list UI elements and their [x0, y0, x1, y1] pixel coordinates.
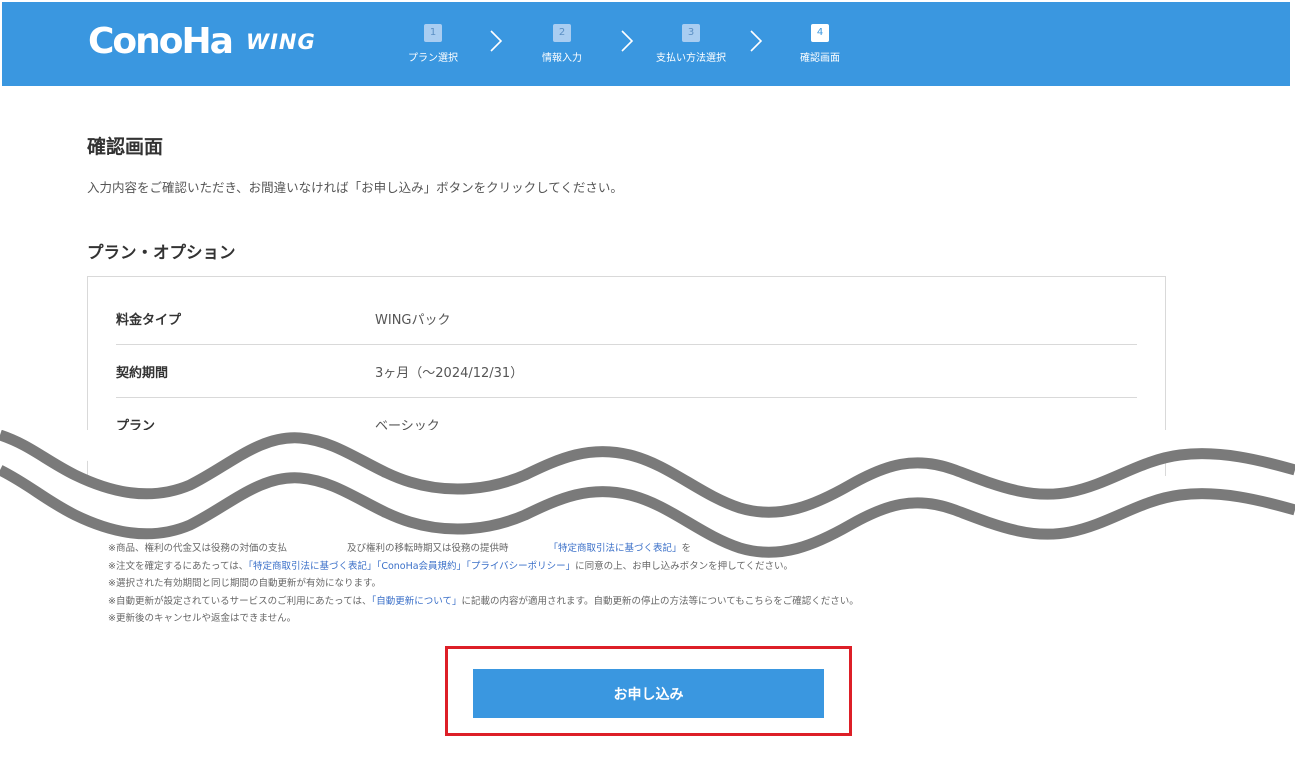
step-confirmation: 4 確認画面: [765, 20, 875, 64]
note-line: ※自動更新が設定されているサービスのご利用にあたっては、「自動更新について」に記…: [108, 593, 859, 611]
step-number: 4: [811, 24, 829, 42]
plan-row-label: 料金タイプ: [116, 313, 182, 328]
note-line: ※更新後のキャンセルや返金はできません。: [108, 613, 297, 624]
link-auto-renewal[interactable]: 「自動更新について」: [372, 596, 462, 607]
header-bar: ConoHa WING 1 プラン選択 2 情報入力 3 支払い方法選択 4 確…: [2, 2, 1290, 86]
wave-divider: [0, 430, 1295, 558]
plan-row-label: 契約期間: [116, 366, 169, 381]
note-text: ※自動更新が設定されているサービスのご利用にあたっては、: [108, 595, 372, 607]
note-text: に記載の内容が適用されます。自動更新の停止の方法等についてもこちらをご確認くださ…: [461, 595, 859, 607]
step-label: 支払い方法選択: [656, 53, 726, 64]
step-info-input: 2 情報入力: [507, 20, 617, 64]
intro-text: 入力内容をご確認いただき、お間違いなければ「お申し込み」ボタンをクリックしてくだ…: [87, 180, 623, 195]
note-line: ※選択された有効期間と同じ期間の自動更新が有効になります。: [108, 578, 382, 589]
step-payment-method: 3 支払い方法選択: [636, 20, 746, 64]
step-label: 情報入力: [542, 53, 582, 64]
step-plan-select: 1 プラン選択: [378, 20, 488, 64]
plan-row-value: 3ヶ月（～2024/12/31）: [375, 366, 524, 381]
chevron-right-icon: [490, 30, 503, 52]
plan-row-fee-type: 料金タイプ WINGパック: [116, 292, 1137, 345]
step-label: 確認画面: [800, 53, 840, 64]
chevron-right-icon: [621, 30, 634, 52]
plan-row-contract-period: 契約期間 3ヶ月（～2024/12/31）: [116, 345, 1137, 398]
step-number: 3: [682, 24, 700, 42]
logo-main-text: ConoHa: [88, 21, 234, 62]
page-title: 確認画面: [87, 136, 164, 158]
plan-row-value: WINGパック: [375, 313, 451, 328]
step-label: プラン選択: [408, 53, 458, 64]
chevron-right-icon: [750, 30, 763, 52]
step-number: 2: [553, 24, 571, 42]
step-number: 1: [424, 24, 442, 42]
conoha-wing-logo[interactable]: ConoHa WING: [88, 18, 316, 66]
apply-button[interactable]: お申し込み: [473, 669, 824, 718]
section-title-plan-options: プラン・オプション: [87, 243, 236, 262]
logo-sub-text: WING: [245, 29, 316, 54]
